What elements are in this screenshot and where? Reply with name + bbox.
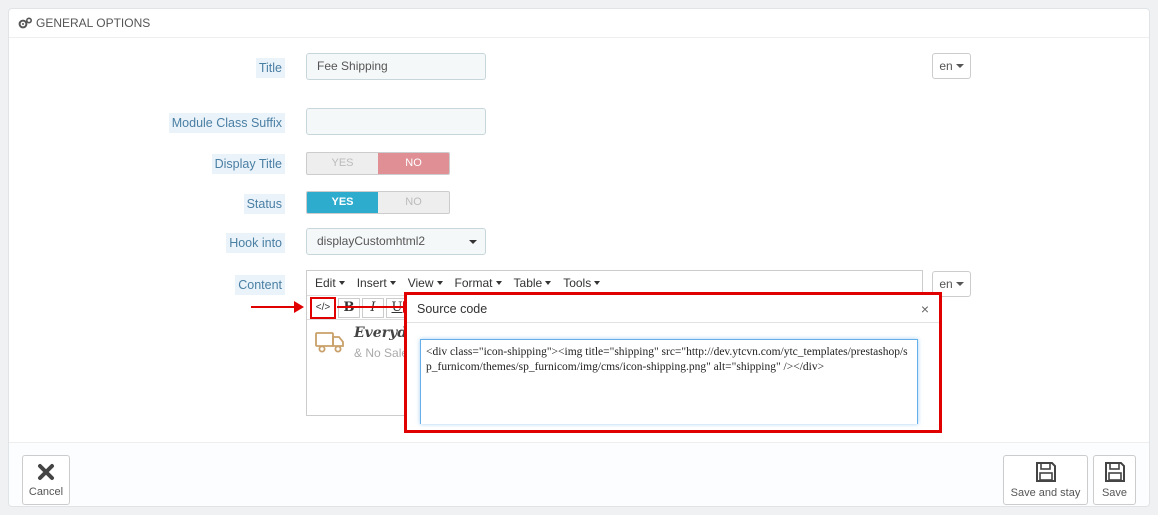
title-lang-dropdown[interactable]: en — [932, 53, 971, 79]
display-title-label: Display Title — [211, 154, 285, 174]
status-label: Status — [243, 194, 285, 214]
cancel-button[interactable]: Cancel — [22, 455, 70, 505]
caret-down-icon — [545, 281, 552, 285]
hook-into-value: displayCustomhtml2 — [317, 234, 426, 248]
cancel-label: Cancel — [28, 486, 64, 498]
status-no[interactable]: NO — [378, 192, 449, 213]
arrow-head-icon — [294, 301, 304, 313]
truck-icon — [315, 332, 344, 353]
caret-down-icon — [469, 240, 477, 244]
caret-down-icon — [436, 281, 443, 285]
caret-down-icon — [389, 281, 396, 285]
caret-down-icon — [495, 281, 502, 285]
title-lang-value: en — [939, 59, 953, 73]
content-label: Content — [235, 275, 285, 295]
panel-heading: GENERAL OPTIONS — [9, 9, 1149, 38]
source-code-button[interactable]: </> — [310, 296, 336, 319]
cogs-icon — [18, 17, 32, 29]
dialog-header: Source code × — [407, 295, 939, 323]
floppy-disk-icon — [1035, 462, 1056, 482]
module-class-suffix-input[interactable] — [306, 108, 486, 135]
title-input[interactable]: Fee Shipping — [306, 53, 486, 80]
close-icon — [38, 464, 54, 480]
menu-view[interactable]: View — [402, 276, 449, 290]
panel-footer: Cancel Save and stay Save — [9, 442, 1149, 506]
status-yes[interactable]: YES — [307, 192, 378, 213]
title-label: Title — [255, 58, 285, 78]
hook-into-select[interactable]: displayCustomhtml2 — [306, 228, 486, 255]
caret-down-icon — [955, 64, 964, 68]
hook-into-label: Hook into — [226, 233, 285, 253]
caret-down-icon — [338, 281, 345, 285]
source-code-dialog: Source code × <div class="icon-shipping"… — [404, 292, 942, 433]
save-label: Save — [1101, 487, 1128, 499]
floppy-disk-icon — [1104, 462, 1125, 482]
display-title-switch: YES NO — [306, 152, 450, 175]
menu-tools[interactable]: Tools — [557, 276, 606, 290]
save-button[interactable]: Save — [1093, 455, 1136, 505]
panel-title: GENERAL OPTIONS — [36, 16, 151, 30]
status-switch: YES NO — [306, 191, 450, 214]
save-and-stay-label: Save and stay — [1010, 487, 1081, 499]
menu-table[interactable]: Table — [508, 276, 558, 290]
display-title-no[interactable]: NO — [378, 153, 449, 174]
annotation-arrow-left — [251, 306, 297, 308]
display-title-yes[interactable]: YES — [307, 153, 378, 174]
source-code-textarea[interactable]: <div class="icon-shipping"><img title="s… — [420, 339, 918, 424]
menu-format[interactable]: Format — [449, 276, 508, 290]
menu-edit[interactable]: Edit — [309, 276, 351, 290]
menu-insert[interactable]: Insert — [351, 276, 402, 290]
content-lang-value: en — [939, 277, 953, 291]
annotation-arrow-right — [337, 306, 407, 308]
caret-down-icon — [955, 282, 964, 286]
module-class-suffix-label: Module Class Suffix — [168, 113, 285, 133]
caret-down-icon — [594, 281, 601, 285]
preview-subtext: & No Sale — [354, 346, 409, 360]
save-and-stay-button[interactable]: Save and stay — [1003, 455, 1088, 505]
dialog-title: Source code — [417, 301, 488, 316]
close-icon[interactable]: × — [921, 301, 929, 317]
